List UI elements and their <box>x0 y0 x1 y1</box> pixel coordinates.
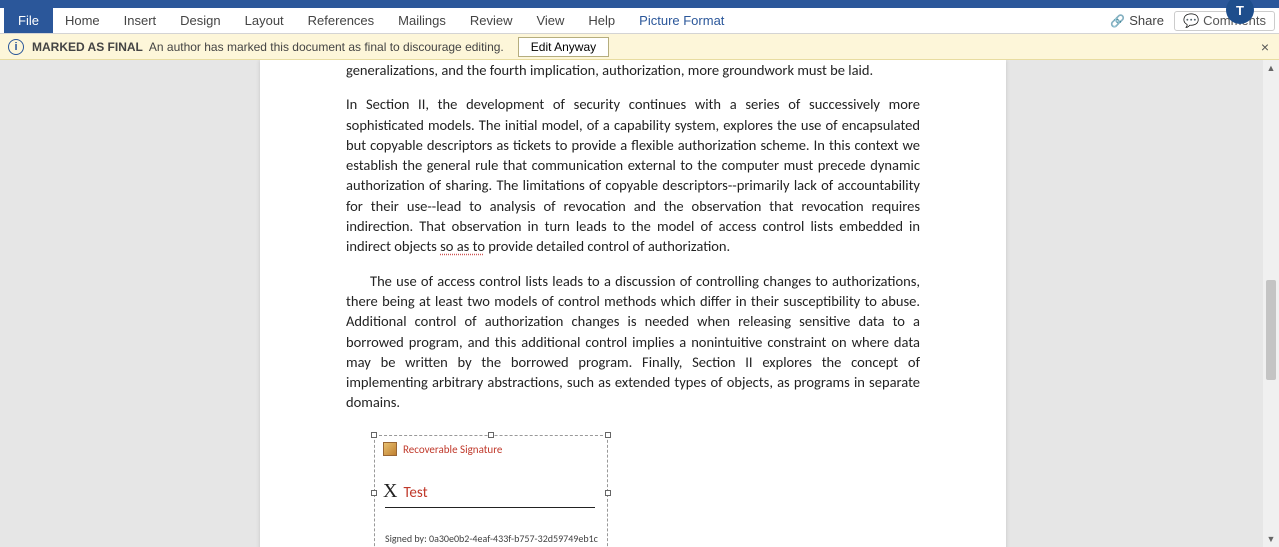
p2-part-b: provide detailed control of authorizatio… <box>485 237 730 255</box>
page: generalizations, and the fourth implicat… <box>260 60 1006 547</box>
comments-button[interactable]: 💬 Comments <box>1174 11 1275 31</box>
vertical-scrollbar[interactable]: ▲ ▼ <box>1263 60 1279 547</box>
signature-footer: Signed by: 0a30e0b2-4eaf-433f-b757-32d59… <box>385 532 598 546</box>
scroll-thumb[interactable] <box>1266 280 1276 380</box>
comment-icon: 💬 <box>1183 13 1199 29</box>
infobar-title: MARKED AS FINAL <box>32 40 143 54</box>
share-label: Share <box>1129 13 1164 28</box>
signature-badge-icon <box>383 442 397 456</box>
tab-view[interactable]: View <box>524 8 576 33</box>
resize-handle-ml[interactable] <box>371 490 377 496</box>
signature-header-text: Recoverable Signature <box>403 442 502 457</box>
resize-handle-tm[interactable] <box>488 432 494 438</box>
marked-as-final-bar: i MARKED AS FINAL An author has marked t… <box>0 34 1279 60</box>
tab-insert[interactable]: Insert <box>112 8 169 33</box>
signature-line: X Test <box>375 463 607 505</box>
signature-object[interactable]: Recoverable Signature X Test Signed by: … <box>374 435 608 547</box>
ribbon-tabs: File Home Insert Design Layout Reference… <box>0 8 1279 34</box>
signature-name: Test <box>403 483 427 504</box>
tab-design[interactable]: Design <box>168 8 232 33</box>
p2-part-a: In Section II, the development of securi… <box>346 95 920 255</box>
signature-underline <box>385 507 595 508</box>
close-infobar-icon[interactable]: × <box>1261 39 1269 55</box>
grammar-squiggle[interactable]: so as to <box>440 237 485 255</box>
tab-mailings[interactable]: Mailings <box>386 8 458 33</box>
signature-header: Recoverable Signature <box>375 436 607 463</box>
tab-layout[interactable]: Layout <box>233 8 296 33</box>
infobar-message: An author has marked this document as fi… <box>149 40 504 54</box>
share-icon: 🔗 <box>1110 14 1125 28</box>
resize-handle-tl[interactable] <box>371 432 377 438</box>
paragraph-1: generalizations, and the fourth implicat… <box>346 60 920 80</box>
scroll-down-icon[interactable]: ▼ <box>1263 531 1279 547</box>
tab-file[interactable]: File <box>4 8 53 33</box>
share-button[interactable]: 🔗 Share <box>1100 13 1174 28</box>
paragraph-3: The use of access control lists leads to… <box>346 271 920 413</box>
resize-handle-mr[interactable] <box>605 490 611 496</box>
edit-anyway-button[interactable]: Edit Anyway <box>518 37 609 57</box>
tab-picture-format[interactable]: Picture Format <box>627 8 736 33</box>
paragraph-2: In Section II, the development of securi… <box>346 94 920 256</box>
tab-help[interactable]: Help <box>576 8 627 33</box>
signature-x: X <box>383 477 397 505</box>
tab-home[interactable]: Home <box>53 8 112 33</box>
resize-handle-tr[interactable] <box>605 432 611 438</box>
title-bar-strip: T <box>0 0 1279 8</box>
tab-references[interactable]: References <box>296 8 386 33</box>
document-area: generalizations, and the fourth implicat… <box>0 60 1279 547</box>
scroll-up-icon[interactable]: ▲ <box>1263 60 1279 76</box>
tab-review[interactable]: Review <box>458 8 525 33</box>
info-icon: i <box>8 39 24 55</box>
